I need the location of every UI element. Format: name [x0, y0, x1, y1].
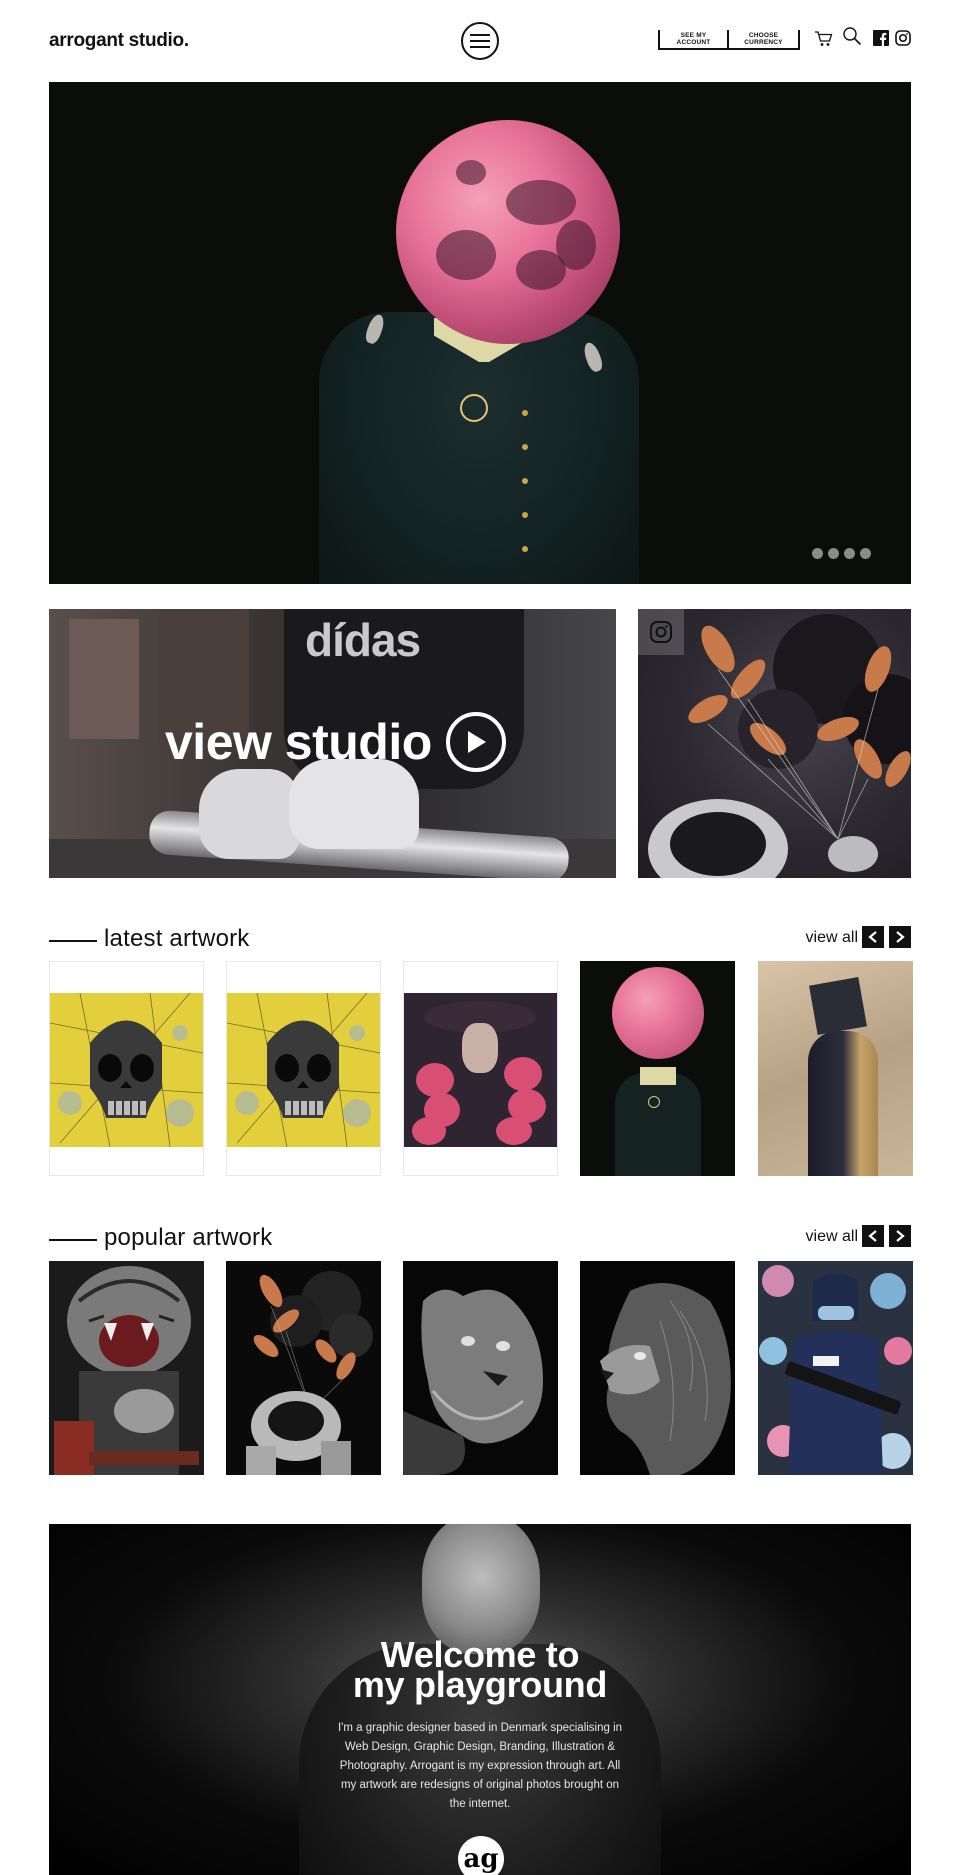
welcome-title-line2: my playground: [352, 1664, 608, 1705]
astronaut-artwork: [246, 1271, 373, 1475]
welcome-logo: ag: [458, 1836, 504, 1875]
popular-artwork-card[interactable]: [403, 1261, 558, 1475]
artwork-collar: [640, 1067, 676, 1085]
slider-dot[interactable]: [828, 548, 839, 559]
chevron-left-icon: [868, 931, 877, 943]
popular-next-button[interactable]: [889, 1225, 911, 1247]
balloon-woman-artwork: [404, 993, 557, 1147]
hero-smiley-pin: [460, 394, 488, 422]
hero-shirt-button: [522, 444, 528, 450]
currency-link[interactable]: CHOOSE CURRENCY: [729, 30, 800, 50]
popular-artwork-title: popular artwork: [104, 1224, 273, 1251]
latest-prev-button[interactable]: [862, 926, 884, 948]
menu-icon-bar: [470, 34, 490, 36]
studio-shirt-logo: dídas: [305, 614, 421, 666]
latest-artwork-card[interactable]: [49, 961, 204, 1176]
popular-view-all-link[interactable]: view all: [806, 1228, 858, 1246]
slider-dot[interactable]: [812, 548, 823, 559]
slider-dot[interactable]: [844, 548, 855, 559]
latest-artwork-card[interactable]: [226, 961, 381, 1176]
site-logo[interactable]: arrogant studio.: [49, 30, 189, 52]
view-studio-label[interactable]: view studio: [165, 712, 506, 772]
search-icon[interactable]: [842, 26, 862, 46]
lion-artwork: [600, 1283, 731, 1475]
latest-artwork-header: latest artwork view all: [49, 925, 911, 952]
lioness-artwork: [403, 1289, 543, 1475]
section-rule: [49, 1239, 97, 1241]
welcome-title: Welcome to my playground: [49, 1637, 911, 1705]
chevron-left-icon: [868, 1230, 877, 1242]
account-link[interactable]: SEE MY ACCOUNT: [658, 30, 729, 50]
latest-artwork-card[interactable]: [758, 961, 913, 1176]
chevron-right-icon: [896, 1230, 905, 1242]
instagram-banner[interactable]: [638, 609, 911, 878]
popular-artwork-card[interactable]: [226, 1261, 381, 1475]
hero-shirt-button: [522, 478, 528, 484]
studio-background-art: [69, 619, 139, 739]
site-header: arrogant studio. SEE MY ACCOUNT CHOOSE C…: [0, 0, 960, 82]
hero-slider[interactable]: [49, 82, 911, 584]
chevron-right-icon: [896, 931, 905, 943]
artwork-statue: [808, 1031, 878, 1176]
menu-button[interactable]: [461, 22, 499, 60]
popular-artwork-card[interactable]: [758, 1261, 913, 1475]
artwork-figure-body: [615, 1073, 701, 1176]
artwork-smiley: [648, 1096, 660, 1108]
soldier-flowers-artwork: [759, 1265, 912, 1475]
section-rule: [49, 940, 97, 942]
instagram-icon[interactable]: [893, 28, 913, 48]
latest-next-button[interactable]: [889, 926, 911, 948]
hero-shirt-button: [522, 546, 528, 552]
view-studio-banner[interactable]: dídas view studio: [49, 609, 616, 878]
artwork-moon: [612, 967, 704, 1059]
slider-dot[interactable]: [860, 548, 871, 559]
latest-artwork-title: latest artwork: [104, 925, 250, 952]
popular-artwork-header: popular artwork view all: [49, 1224, 911, 1251]
popular-artwork-card[interactable]: [49, 1261, 204, 1475]
studio-glove: [199, 769, 299, 859]
hero-moon: [396, 120, 620, 344]
play-icon[interactable]: [445, 712, 506, 772]
menu-icon-bar: [470, 40, 490, 42]
artwork-cube-head: [809, 977, 867, 1035]
welcome-description: I'm a graphic designer based in Denmark …: [337, 1722, 623, 1810]
latest-artwork-card[interactable]: [580, 961, 735, 1176]
popular-artwork-card[interactable]: [580, 1261, 735, 1475]
instagram-icon[interactable]: [638, 609, 684, 655]
latest-view-all-link[interactable]: view all: [806, 929, 858, 947]
cart-icon[interactable]: [813, 28, 833, 48]
skull-artwork: [50, 993, 203, 1147]
slider-dots: [812, 548, 871, 559]
menu-icon-bar: [470, 46, 490, 48]
artwork-face: [462, 1023, 498, 1073]
facebook-icon[interactable]: [871, 28, 891, 48]
popular-prev-button[interactable]: [862, 1225, 884, 1247]
latest-artwork-card[interactable]: [403, 961, 558, 1176]
skull-artwork: [227, 993, 380, 1147]
tiger-artwork: [54, 1266, 199, 1475]
header-links: SEE MY ACCOUNT CHOOSE CURRENCY: [658, 30, 800, 50]
hero-shirt-button: [522, 512, 528, 518]
view-studio-text: view studio: [165, 714, 432, 770]
hero-shirt-button: [522, 410, 528, 416]
welcome-section: Welcome to my playground I'm a graphic d…: [49, 1524, 911, 1875]
studio-glove: [289, 759, 419, 849]
